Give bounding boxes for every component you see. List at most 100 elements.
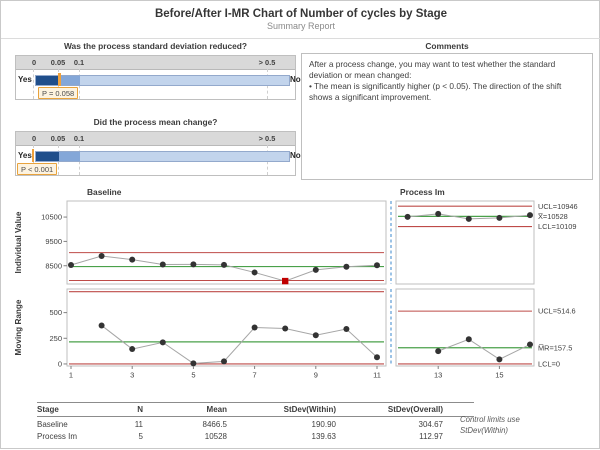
plot-panel	[67, 201, 386, 284]
y-axis-title: Individual Value	[14, 211, 23, 273]
limit-label: X̅=10528	[537, 212, 567, 221]
scale-label: > 0.5	[251, 134, 283, 143]
table-row: Process Im 5 10528 139.63 112.97	[37, 431, 474, 443]
cell-n: 11	[107, 420, 143, 429]
statistics-table: Stage N Mean StDev(Within) StDev(Overall…	[37, 402, 474, 442]
data-point	[435, 211, 441, 217]
question-title: Did the process mean change?	[15, 117, 296, 128]
scale-label: 0.1	[69, 134, 89, 143]
p-value-marker	[32, 149, 34, 162]
comments-title: Comments	[301, 41, 593, 52]
column-header: Mean	[143, 405, 227, 414]
cell-stdev-overall: 112.97	[336, 432, 443, 441]
p-scale-strip: 0 0.05 0.1 > 0.5	[16, 56, 295, 70]
limit-label: UCL=514.6	[538, 307, 576, 316]
data-point	[252, 325, 258, 331]
data-point	[190, 360, 196, 366]
data-point	[282, 326, 288, 332]
data-point	[496, 356, 502, 362]
data-point	[160, 262, 166, 268]
x-tick-label: 15	[495, 371, 503, 380]
yes-label: Yes	[18, 151, 32, 160]
cell-stdev-within: 139.63	[227, 432, 336, 441]
p-value-gauge: 0 0.05 0.1 > 0.5 Yes No P < 0.001	[15, 131, 296, 176]
note-line: StDev(Within)	[460, 426, 590, 437]
x-tick-label: 11	[373, 371, 381, 380]
plot-panel	[67, 289, 386, 366]
out-of-control-point	[282, 278, 288, 284]
column-header: StDev(Within)	[227, 405, 336, 414]
data-point	[129, 257, 135, 263]
y-tick-label: 0	[58, 360, 62, 369]
x-tick-label: 5	[191, 371, 195, 380]
moving-range-chart[interactable]: 0250500UCL=514.6M̅R=157.5LCL=0Moving Ran…	[14, 289, 576, 380]
bar-segment-significant	[36, 152, 59, 161]
data-point	[160, 339, 166, 345]
data-point	[527, 341, 533, 347]
note-line: Control limits use	[460, 415, 590, 426]
data-point	[99, 253, 105, 259]
question-panel-mean: Did the process mean change? 0 0.05 0.1 …	[15, 117, 296, 176]
data-point	[129, 346, 135, 352]
report-subtitle: Summary Report	[1, 21, 600, 31]
cell-stage: Process Im	[37, 432, 107, 441]
bar-segment-marginal	[59, 76, 80, 85]
report-header: Before/After I-MR Chart of Number of cyc…	[1, 1, 600, 39]
cell-n: 5	[107, 432, 143, 441]
x-tick-label: 7	[253, 371, 257, 380]
p-value-bar	[35, 75, 290, 86]
limit-label: M̅R=157.5	[538, 343, 572, 352]
bar-segment-marginal	[59, 152, 80, 161]
column-header: N	[107, 405, 143, 414]
summary-report[interactable]: Before/After I-MR Chart of Number of cyc…	[0, 0, 600, 449]
column-header: StDev(Overall)	[336, 405, 443, 414]
x-tick-label: 13	[434, 371, 442, 380]
x-tick-label: 1	[69, 371, 73, 380]
y-tick-label: 10500	[41, 213, 62, 222]
data-point	[99, 322, 105, 328]
comments-panel: Comments After a process change, you may…	[301, 41, 593, 180]
p-value-bar	[35, 151, 290, 162]
data-point	[527, 212, 533, 218]
data-point	[466, 216, 472, 222]
question-title: Was the process standard deviation reduc…	[15, 41, 296, 52]
x-tick-label: 9	[314, 371, 318, 380]
stage-label: Baseline	[87, 187, 122, 197]
data-point	[374, 354, 380, 360]
individual-value-chart[interactable]: 8500950010500BaselineProcess ImUCL=10946…	[14, 187, 578, 284]
scale-label: 0.1	[69, 58, 89, 67]
data-point	[221, 358, 227, 364]
p-value-gauge: 0 0.05 0.1 > 0.5 Yes No P = 0.058	[15, 55, 296, 100]
data-series-line	[102, 325, 377, 363]
plot-panel	[396, 201, 534, 284]
y-tick-label: 9500	[45, 237, 62, 246]
data-point	[343, 326, 349, 332]
data-point	[466, 336, 472, 342]
table-header-row: Stage N Mean StDev(Within) StDev(Overall…	[37, 402, 474, 417]
data-series-line	[71, 256, 377, 281]
question-panel-stdev: Was the process standard deviation reduc…	[15, 41, 296, 100]
plot-panel	[396, 289, 534, 366]
data-point	[252, 269, 258, 275]
comments-bullet: • The mean is significantly higher (p < …	[309, 81, 585, 103]
limit-label: UCL=10946	[538, 202, 578, 211]
scale-label: 0	[29, 58, 39, 67]
data-point	[496, 215, 502, 221]
table-row: Baseline 11 8466.5 190.90 304.67	[37, 419, 474, 431]
p-value-label: P = 0.058	[38, 87, 78, 99]
stage-label: Process Im	[400, 187, 445, 197]
data-point	[435, 348, 441, 354]
p-value-label: P < 0.001	[17, 163, 57, 175]
no-label: No	[290, 75, 301, 84]
scale-label: > 0.5	[251, 58, 283, 67]
cell-mean: 8466.5	[143, 420, 227, 429]
p-scale-strip: 0 0.05 0.1 > 0.5	[16, 132, 295, 146]
data-point	[374, 262, 380, 268]
data-point	[405, 214, 411, 220]
limit-label: LCL=10109	[538, 222, 576, 231]
cell-stdev-within: 190.90	[227, 420, 336, 429]
data-series-line	[438, 339, 530, 359]
y-axis-title: Moving Range	[14, 299, 23, 355]
data-point	[313, 332, 319, 338]
cell-stdev-overall: 304.67	[336, 420, 443, 429]
